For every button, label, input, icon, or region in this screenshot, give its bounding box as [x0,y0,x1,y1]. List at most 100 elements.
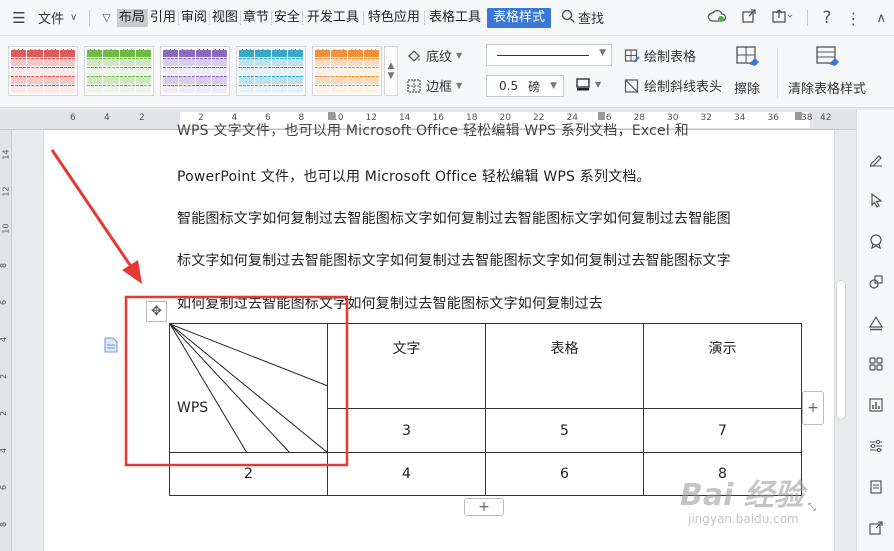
swatch-cell [195,58,211,66]
table-cell[interactable]: 4 [327,452,486,496]
add-row-button[interactable]: + [464,498,504,516]
swatch-cell [211,85,227,93]
tab-layout[interactable]: 布局 [116,8,148,27]
swatch-cell [163,49,179,57]
ribbon-toolbar: ▲ ▼ 底纹 ▼ 边框 ▼ ▼ 0.5 磅 ▼ ▼ 绘制表格 绘制斜线表头 擦除… [0,36,894,108]
line-style-preview [497,55,589,56]
swatch-cell [27,76,43,84]
tab-features[interactable]: 特色应用 [364,10,425,25]
border-button[interactable]: 边框 ▼ [406,76,462,95]
tab-table-style[interactable]: 表格样式 [486,7,551,28]
clear-table-style-button[interactable]: 清除表格样式 [788,44,866,97]
swatch-cell [163,85,179,93]
right-indent-marker[interactable] [795,112,802,120]
vertical-scrollbar[interactable] [836,280,846,420]
menu-icon[interactable]: ☰ [6,9,32,27]
add-column-button[interactable]: + [802,391,824,425]
share-icon[interactable] [741,8,757,28]
ruler-number: 6 [0,485,8,490]
fill-icon[interactable] [865,312,887,334]
left-indent-marker[interactable] [328,112,335,120]
gallery-more-button[interactable]: ▲ ▼ [384,46,398,96]
tab-table-tools[interactable]: 表格工具 [425,10,485,25]
table-cell[interactable]: 7 [643,408,802,453]
paragraph-text: 标文字如何复制过去智能图标文字如何复制过去智能图标文字如何复制过去智能图标文字 [177,253,731,269]
table-cell[interactable]: 5 [485,408,644,453]
document-panel-icon[interactable] [865,476,887,498]
draw-table-button[interactable]: 绘制表格 [624,46,696,65]
help-icon[interactable]: ? [822,8,831,28]
table-style-gallery [8,46,382,96]
badge-icon[interactable] [865,230,887,252]
cursor-icon[interactable] [865,189,887,211]
swatch-cell [179,85,195,93]
table-header-cell[interactable]: 演示 [643,323,802,409]
grid-icon[interactable] [865,353,887,375]
swatch-cell [271,85,287,93]
swatch-cell [135,58,151,66]
swatch-cell [211,67,227,75]
draw-diagonal-label: 绘制斜线表头 [644,80,723,95]
table-style-swatch[interactable] [84,46,154,96]
export-icon[interactable] [771,8,793,28]
diagonal-header-cell[interactable]: WPS [169,323,328,453]
table-cell[interactable]: 6 [485,452,644,496]
tab-section[interactable]: 章节 [241,10,272,25]
ruler-number: 34 [734,113,746,123]
ruler-number: 32 [700,113,712,123]
tab-security[interactable]: 安全 [272,10,303,25]
divider [89,9,91,26]
line-color-button[interactable]: ▼ [575,76,601,92]
open-external-icon[interactable] [865,517,887,539]
menu-bar: ☰ 文件 ∨ ▽ 布局 引用 审阅 视图 章节 安全 开发工具 特色应用 表格工… [0,0,894,36]
swatch-cell [315,67,331,75]
shading-button[interactable]: 底纹 ▼ [406,46,462,65]
table-header-cell[interactable]: 文字 [327,323,486,409]
swatch-cell [211,76,227,84]
table-header-cell[interactable]: 表格 [485,323,644,409]
swatch-cell [27,58,43,66]
swatch-cell [103,85,119,93]
swatch-cell [59,67,75,75]
swatch-cell [363,58,379,66]
tab-view[interactable]: 视图 [210,10,241,25]
document-icon[interactable] [104,337,118,353]
table-style-swatch[interactable] [312,46,382,96]
tab-references[interactable]: 引用 [148,10,179,25]
line-style-select[interactable]: ▼ [486,44,612,66]
swatch-cell [163,76,179,84]
cloud-sync-icon[interactable] [707,8,727,28]
collapse-icon[interactable]: ∧ [876,11,886,26]
table-move-handle[interactable]: ✥ [146,301,167,322]
sliders-icon[interactable] [865,435,887,457]
shapes-icon[interactable] [865,271,887,293]
more-icon[interactable]: ⋮ [845,9,862,28]
swatch-cell [331,85,347,93]
erase-button[interactable]: 擦除 [734,44,760,97]
vertical-ruler[interactable]: 14 12 10 8 6 4 2 2 4 6 8 [0,130,12,551]
chart-icon[interactable] [865,394,887,416]
more-tabs-icon[interactable]: ▽ [96,11,116,24]
swatch-cell [363,49,379,57]
table-style-swatch[interactable] [8,46,78,96]
tab-marker[interactable] [598,112,605,120]
swatch-cell [211,49,227,57]
table-resize-handle[interactable]: ⤡ [808,502,822,516]
swatch-cell [27,85,43,93]
table-style-swatch[interactable] [160,46,230,96]
tab-developer[interactable]: 开发工具 [303,10,364,25]
line-weight-select[interactable]: 0.5 磅 ▼ [486,75,564,97]
chevron-down-icon: ▼ [550,81,558,91]
table-cell[interactable]: 3 [327,408,486,453]
table-cell[interactable]: 2 [169,452,328,496]
swatch-cell [347,85,363,93]
file-menu[interactable]: 文件 ∨ [32,8,83,27]
pen-icon[interactable] [865,148,887,170]
ruler-number: 2 [0,411,8,416]
tab-review[interactable]: 审阅 [179,10,210,25]
table-style-swatch[interactable] [236,46,306,96]
draw-diagonal-header-button[interactable]: 绘制斜线表头 [624,76,722,95]
swatch-cell [331,67,347,75]
chevron-down-icon: ∨ [70,12,78,23]
search-button[interactable]: 查找 [561,8,604,27]
